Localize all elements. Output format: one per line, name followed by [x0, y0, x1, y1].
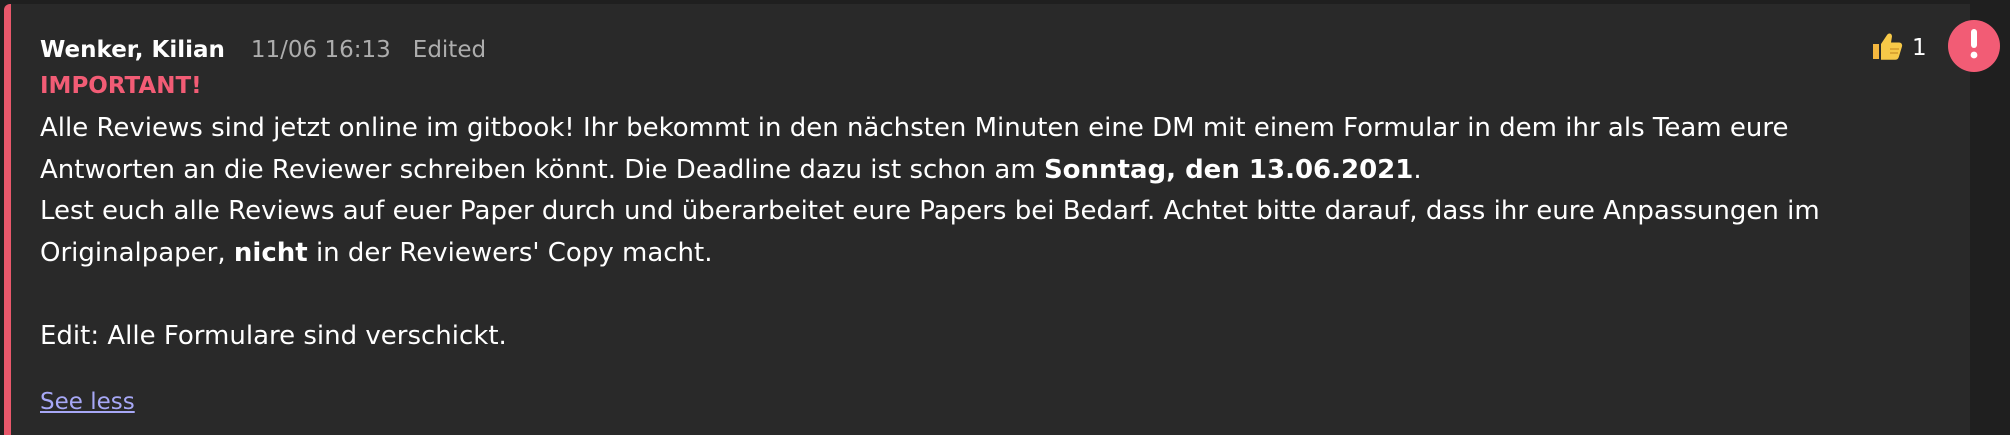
- exclamation-icon: [1969, 29, 1979, 63]
- importance-label: IMPORTANT!: [40, 73, 202, 99]
- body-line: Originalpaper, nicht in der Reviewers' C…: [40, 237, 713, 268]
- body-line: Alle Reviews sind jetzt online im gitboo…: [40, 113, 1789, 143]
- urgent-badge: [1948, 20, 2000, 72]
- body-line: Lest euch alle Reviews auf euer Paper du…: [40, 196, 1820, 226]
- reaction-thumbs-up[interactable]: 1: [1870, 28, 1927, 68]
- deadline-text: Sonntag, den 13.06.2021: [1043, 154, 1414, 185]
- body-line: Antworten an die Reviewer schreiben könn…: [40, 154, 1422, 185]
- message-header: Wenker, Kilian 11/06 16:13 Edited: [40, 30, 486, 70]
- edited-label: Edited: [412, 37, 487, 63]
- emphasis-text: nicht: [233, 237, 308, 268]
- body-line: Edit: Alle Formulare sind verschickt.: [40, 320, 507, 351]
- message-body: Alle Reviews sind jetzt online im gitboo…: [40, 108, 1920, 357]
- author-name[interactable]: Wenker, Kilian: [40, 37, 225, 63]
- importance-accent-bar: [4, 4, 11, 435]
- see-less-link[interactable]: See less: [40, 384, 135, 420]
- message-timestamp: 11/06 16:13: [250, 37, 391, 63]
- reaction-count: 1: [1912, 35, 1927, 61]
- thumbs-up-icon: [1870, 30, 1904, 66]
